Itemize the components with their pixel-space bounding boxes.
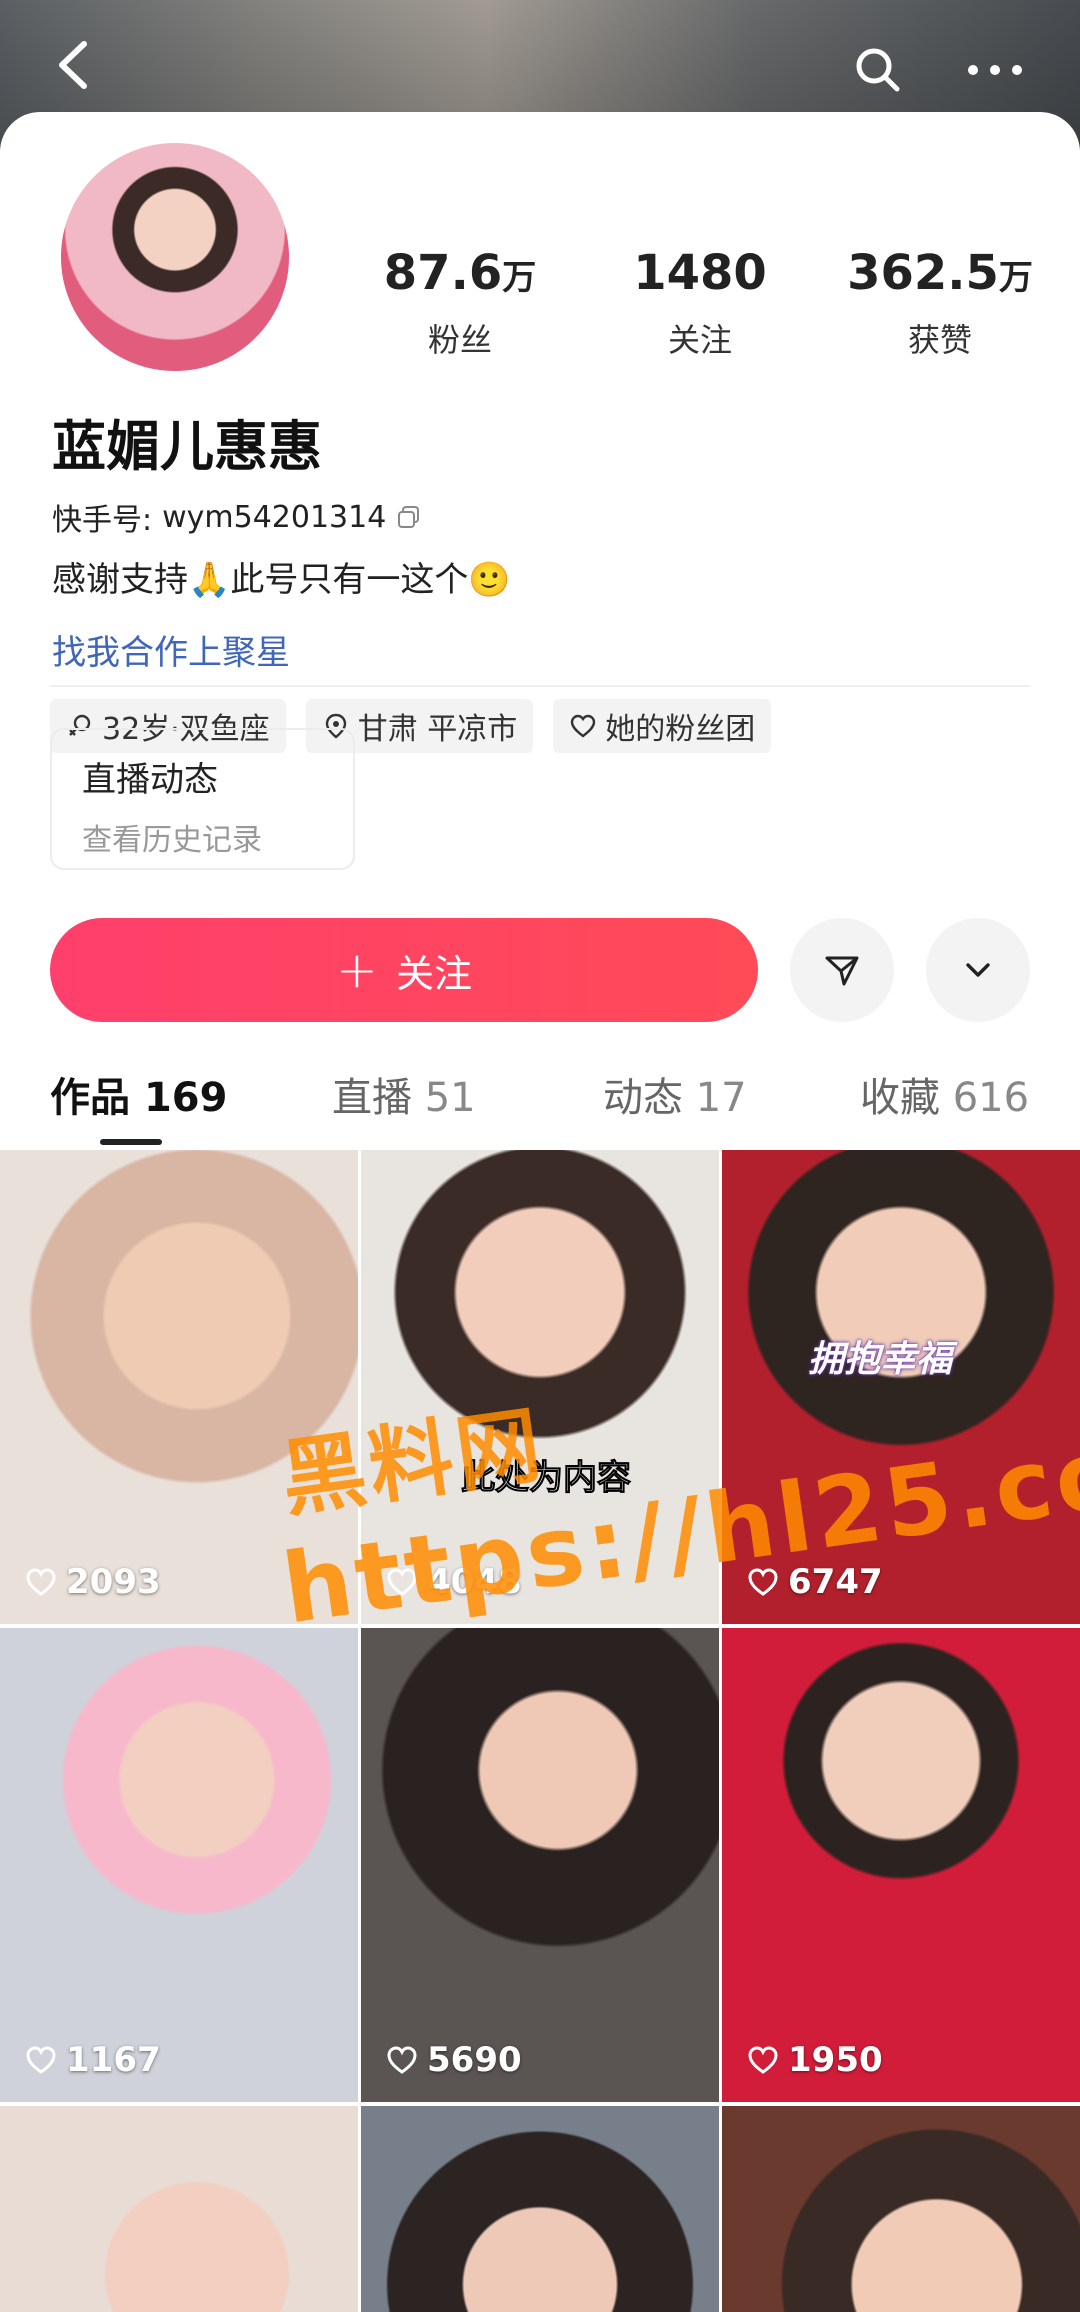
profile-bio: 感谢支持🙏此号只有一这个🙂 [52,560,511,600]
back-button[interactable] [40,30,110,100]
tab-works-count: 169 [143,1075,228,1121]
copy-icon[interactable] [396,504,422,530]
following-label: 关注 [667,321,732,359]
back-arrow-icon [59,41,87,89]
video-like-count: 1167 [66,2040,161,2080]
tab-live-count: 51 [424,1075,476,1121]
follow-button[interactable]: + 关注 [50,918,758,1022]
uid-value: wym54201314 [162,499,387,535]
followers-stat[interactable]: 87.6万 粉丝 [340,244,580,361]
tab-favorites[interactable]: 收藏 616 [860,1065,1029,1123]
more-dots-icon [968,65,1022,75]
video-thumbnail[interactable]: 1950 [722,1628,1080,2102]
section-divider [50,685,1030,687]
profile-stats: 87.6万 粉丝 1480 关注 362.5万 获赞 [340,244,1060,361]
tab-favorites-count: 616 [952,1075,1030,1121]
likes-stat[interactable]: 362.5万 获赞 [820,244,1060,361]
video-thumbnail[interactable]: 1167 [0,1628,358,2102]
location-text: 甘肃 平凉市 [357,712,518,747]
profile-username: 蓝媚儿惠惠 [52,415,322,478]
heart-outline-icon [571,714,596,738]
chevron-down-icon [966,963,990,977]
followers-label: 粉丝 [427,321,492,359]
tab-favorites-label: 收藏 [860,1075,940,1121]
tab-live[interactable]: 直播 51 [332,1065,476,1123]
followers-count: 87.6 [383,245,503,301]
heart-outline-icon [748,2046,778,2074]
plus-icon: + [336,941,378,999]
fan-club-text: 她的粉丝团 [605,712,756,747]
video-like-count: 2093 [66,1562,161,1602]
likes-count: 362.5 [847,245,999,301]
search-icon [856,48,900,92]
heart-outline-icon [387,2046,417,2074]
tab-works[interactable]: 作品 169 [50,1065,227,1123]
following-stat[interactable]: 1480 关注 [580,244,820,361]
uid-row[interactable]: 快手号: wym54201314 [52,495,422,539]
video-like-count: 5690 [427,2040,522,2080]
video-thumbnail[interactable] [722,2106,1080,2312]
following-count: 1480 [633,245,767,301]
live-card-title: 直播动态 [82,760,218,800]
video-like-count: 1950 [788,2040,883,2080]
heart-outline-icon [26,1568,56,1596]
tab-works-label: 作品 [50,1075,130,1121]
fan-club-tag[interactable]: 她的粉丝团 [553,699,772,753]
expand-button[interactable] [926,918,1030,1022]
follow-label: 关注 [395,951,472,996]
likes-unit: 万 [998,258,1033,298]
uid-label: 快手号: [52,503,153,538]
video-thumbnail[interactable] [0,2106,358,2312]
avatar[interactable] [55,137,295,377]
share-button[interactable] [790,918,894,1022]
tab-moments-label: 动态 [603,1075,683,1121]
send-icon [825,956,859,986]
video-caption: 拥抱幸福 [808,1339,953,1380]
heart-outline-icon [26,2046,56,2074]
tab-moments-count: 17 [695,1075,747,1121]
active-tab-indicator [100,1139,162,1145]
live-history-card[interactable]: 直播动态 查看历史记录 [50,728,355,870]
live-card-subtitle: 查看历史记录 [82,823,262,858]
video-thumbnail[interactable]: 5690 [361,1628,719,2102]
content-tabs: 作品 169 直播 51 动态 17 收藏 616 [0,1065,1080,1155]
cooperate-link[interactable]: 找我合作上聚星 [52,625,290,674]
tab-moments[interactable]: 动态 17 [603,1065,747,1123]
followers-unit: 万 [502,258,537,298]
search-button[interactable] [850,42,906,98]
more-options-button[interactable] [955,42,1035,98]
tab-live-label: 直播 [332,1075,412,1121]
video-thumbnail[interactable] [361,2106,719,2312]
likes-label: 获赞 [907,321,972,359]
